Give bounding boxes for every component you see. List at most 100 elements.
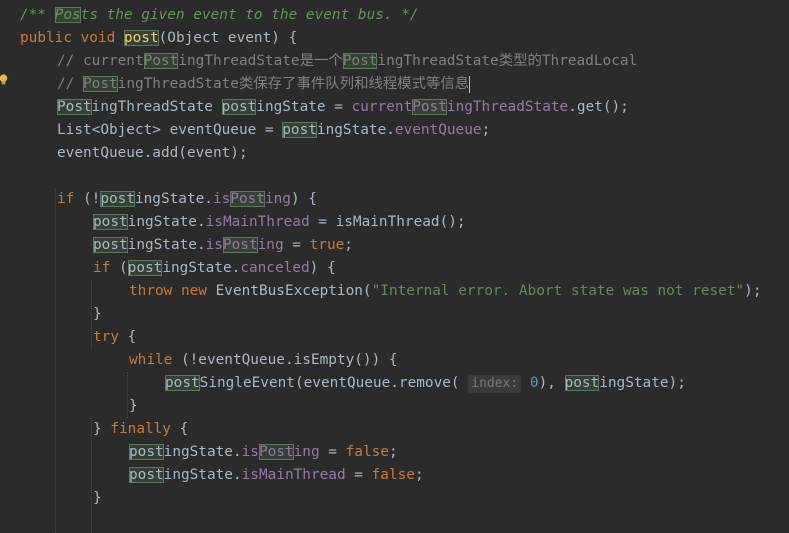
code-token: ing	[293, 444, 320, 460]
code-line[interactable]: } finally {	[93, 418, 188, 441]
code-token: post	[221, 99, 257, 115]
code-token: ;	[388, 444, 398, 460]
code-token: }	[93, 421, 111, 437]
code-line[interactable]: if (postingState.canceled) {	[93, 257, 336, 280]
code-token: ingThreadState类保存了事件队列和线程模式等信息	[117, 76, 470, 92]
code-token: ingState =	[256, 99, 352, 115]
code-line[interactable]: /** Posts the given event to the event b…	[20, 4, 419, 27]
code-token: post	[100, 191, 135, 207]
code-token: =	[283, 237, 310, 253]
code-token: Post	[83, 76, 118, 92]
code-token: throw new	[129, 283, 216, 299]
indent-guide	[127, 372, 128, 418]
code-token: Post	[342, 53, 378, 69]
code-token: is	[205, 237, 223, 253]
lightbulb-icon[interactable]	[0, 74, 8, 86]
code-token: 0	[529, 375, 539, 391]
code-line[interactable]: }	[129, 395, 138, 418]
code-token: post	[129, 467, 164, 483]
code-editor[interactable]: /** Posts the given event to the event b…	[0, 0, 789, 533]
code-token: Post	[258, 444, 294, 460]
code-token: ingThreadState	[91, 99, 222, 115]
indent-guide	[91, 280, 92, 349]
code-line[interactable]: List<Object> eventQueue = postingState.e…	[57, 119, 490, 142]
code-token: post	[282, 122, 317, 138]
code-token: if	[93, 260, 119, 276]
code-line[interactable]: // PostingThreadState类保存了事件队列和线程模式等信息	[57, 73, 471, 96]
code-token: SingleEvent(eventQueue.remove(	[199, 375, 469, 391]
code-token: post	[93, 237, 128, 253]
code-line[interactable]: // currentPostingThreadState是一个PostingTh…	[57, 50, 637, 73]
code-token: ingThreadState	[446, 99, 569, 115]
code-token: .get();	[568, 99, 629, 115]
code-token: false	[345, 444, 389, 460]
code-token: post	[564, 375, 600, 391]
code-token: canceled	[240, 260, 310, 276]
code-token: (	[119, 260, 128, 276]
indent-guide	[55, 188, 56, 533]
code-token: ing	[264, 191, 291, 207]
code-token: Post	[143, 53, 179, 69]
code-line[interactable]: }	[93, 303, 102, 326]
code-token: List<Object> eventQueue =	[57, 122, 283, 138]
code-token: ingState.	[127, 214, 206, 230]
code-token: ) {	[290, 191, 317, 207]
code-line[interactable]: try {	[93, 326, 136, 349]
code-token: public void	[20, 30, 124, 46]
code-line[interactable]: postingState.isPosting = false;	[129, 441, 398, 464]
code-token: ingState.	[163, 444, 242, 460]
code-line[interactable]: postingState.isMainThread = false;	[129, 464, 424, 487]
code-token: false	[371, 467, 415, 483]
code-token: isMainThread	[205, 214, 310, 230]
code-token: while	[129, 352, 181, 368]
code-token: =	[319, 444, 346, 460]
code-token: {	[179, 421, 189, 437]
code-token: ) {	[309, 260, 336, 276]
code-line[interactable]: public void post(Object event) {	[20, 27, 297, 50]
code-line[interactable]: postingState.isPosting = true;	[93, 234, 353, 257]
code-line[interactable]: postSingleEvent(eventQueue.remove( index…	[165, 372, 686, 395]
code-token: post	[123, 30, 159, 46]
code-line[interactable]: PostingThreadState postingState = curren…	[57, 96, 629, 119]
code-token: );	[744, 283, 762, 299]
parameter-hint: index:	[468, 375, 522, 393]
code-token: ing	[257, 237, 284, 253]
code-token: ;	[481, 122, 491, 138]
code-line[interactable]: eventQueue.add(event);	[57, 142, 248, 165]
code-line[interactable]: throw new EventBusException("Internal er…	[129, 280, 761, 303]
code-line[interactable]: }	[93, 487, 102, 510]
code-token: Pos	[54, 7, 81, 23]
code-token: true	[309, 237, 345, 253]
code-token: ingThreadState是一个	[178, 53, 343, 69]
code-token: finally	[110, 421, 180, 437]
code-token: }	[93, 490, 102, 506]
code-token: ingState.	[127, 237, 206, 253]
code-token: ingState.	[134, 191, 213, 207]
code-token: Post	[222, 237, 258, 253]
code-token: ;	[414, 467, 424, 483]
code-token: // current	[57, 53, 144, 69]
code-line[interactable]: postingState.isMainThread = isMainThread…	[93, 211, 466, 234]
code-token: is	[241, 444, 259, 460]
code-token: ),	[538, 375, 565, 391]
text-caret	[469, 75, 471, 93]
code-token: ;	[344, 237, 353, 253]
code-token: ts the given event to the event bus. */	[80, 7, 419, 23]
code-token: isMainThread	[241, 467, 346, 483]
code-line[interactable]: while (!eventQueue.isEmpty()) {	[129, 349, 398, 372]
code-token: Post	[57, 99, 92, 115]
code-token: post	[129, 444, 164, 460]
code-token: /**	[20, 7, 55, 23]
code-line[interactable]: if (!postingState.isPosting) {	[57, 188, 317, 211]
code-token: =	[345, 467, 372, 483]
code-token: post	[165, 375, 200, 391]
code-token: Post	[230, 191, 265, 207]
code-token: ingState.	[316, 122, 395, 138]
code-token: try	[93, 329, 128, 345]
code-token: ingState.	[163, 467, 242, 483]
code-token: }	[93, 306, 102, 322]
code-token: //	[57, 76, 83, 92]
code-token: post	[93, 214, 128, 230]
code-token: ingState);	[599, 375, 686, 391]
